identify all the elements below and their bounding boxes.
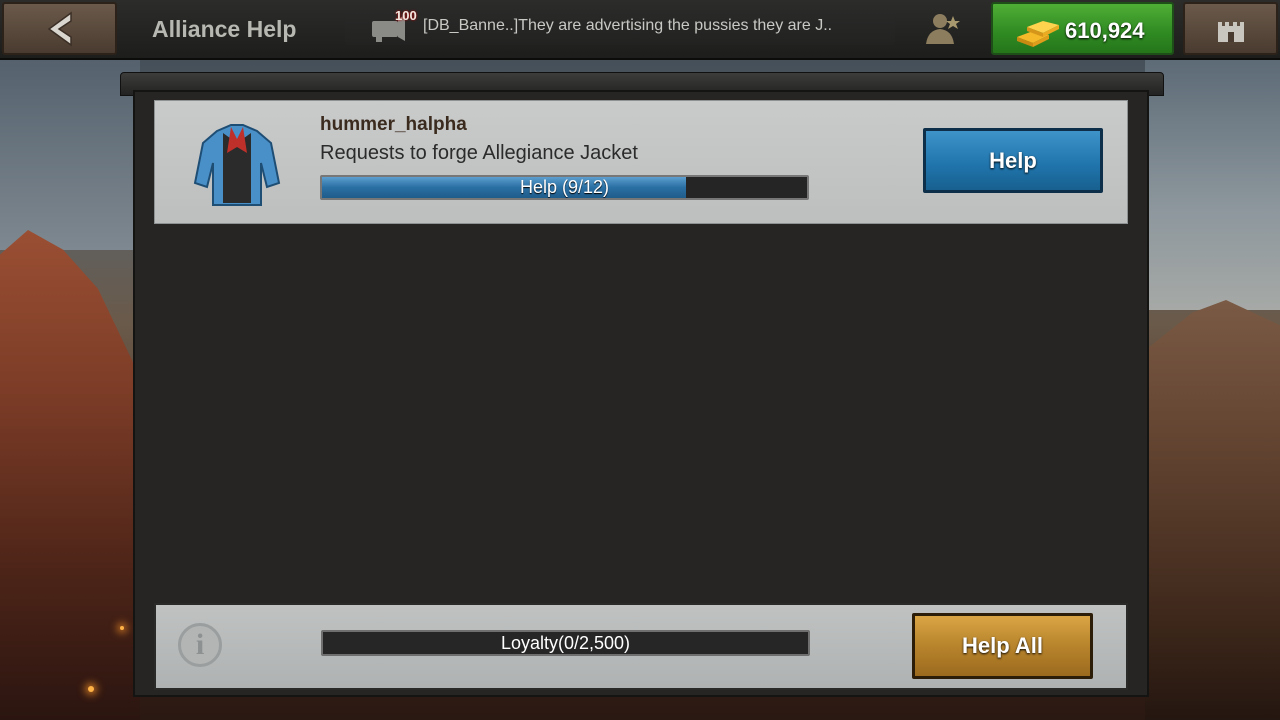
chat-message: [DB_Banne..]They are advertising the pus… — [423, 17, 833, 34]
castle-button[interactable] — [1183, 2, 1278, 55]
castle-icon — [1217, 21, 1244, 42]
background-sky-right — [1145, 60, 1280, 310]
gold-bars-icon — [1017, 21, 1059, 47]
loyalty-progress-bar: Loyalty(0/2,500) — [321, 630, 810, 656]
top-bar: Alliance Help 100 [DB_Banne..]They are a… — [0, 0, 1280, 60]
help-progress-bar: Help (9/12) — [320, 175, 809, 200]
request-username: hummer_halpha — [320, 114, 467, 135]
background-cliff-right — [1145, 300, 1280, 720]
jacket-icon — [193, 124, 281, 206]
footer-bar: i Loyalty(0/2,500) Help All — [154, 603, 1128, 690]
help-progress-label: Help (9/12) — [519, 177, 610, 197]
gold-balance-button[interactable]: 610,924 — [991, 2, 1174, 55]
loyalty-label: Loyalty(0/2,500) — [500, 633, 631, 653]
chat-ticker[interactable]: 100 [DB_Banne..]They are advertising the… — [345, 7, 895, 45]
info-icon[interactable]: i — [178, 623, 222, 667]
background-ember — [120, 626, 124, 630]
help-button[interactable]: Help — [923, 128, 1103, 193]
background-ember — [88, 686, 94, 692]
background-cliff-left — [0, 230, 140, 720]
gold-amount: 610,924 — [1065, 18, 1145, 43]
profile-medal-icon[interactable] — [920, 12, 964, 46]
page-title: Alliance Help — [152, 16, 297, 42]
help-all-button[interactable]: Help All — [912, 613, 1093, 679]
request-description: Requests to forge Allegiance Jacket — [320, 142, 638, 164]
help-request-row: hummer_halpha Requests to forge Allegian… — [154, 100, 1128, 224]
back-arrow-icon — [47, 11, 72, 46]
chat-unread-count: 100 — [395, 8, 417, 23]
back-button[interactable] — [2, 2, 117, 55]
background-sky-left — [0, 60, 140, 250]
